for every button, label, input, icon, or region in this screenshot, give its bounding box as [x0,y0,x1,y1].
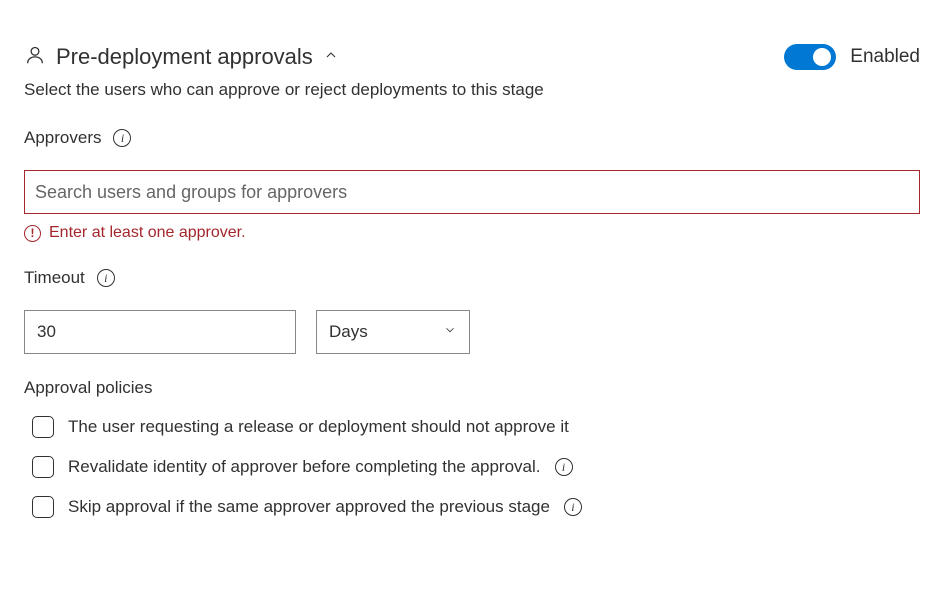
info-icon[interactable]: i [564,498,582,516]
timeout-label: Timeout [24,268,85,288]
policy-label: Revalidate identity of approver before c… [68,457,541,477]
chevron-up-icon [323,47,339,67]
enable-toggle-group: Enabled [784,44,920,70]
approvers-label-row: Approvers i [24,128,920,148]
error-text: Enter at least one approver. [49,224,246,242]
policy-row: The user requesting a release or deploym… [24,416,920,438]
toggle-thumb [813,48,831,66]
section-title: Pre-deployment approvals [56,44,313,70]
info-icon[interactable]: i [555,458,573,476]
approvers-search-input[interactable] [24,170,920,214]
policy-row: Skip approval if the same approver appro… [24,496,920,518]
info-icon[interactable]: i [113,129,131,147]
error-icon: ! [24,225,41,242]
policy-row: Revalidate identity of approver before c… [24,456,920,478]
policy-checkbox[interactable] [32,416,54,438]
policy-label: Skip approval if the same approver appro… [68,497,550,517]
policy-label: The user requesting a release or deploym… [68,417,569,437]
section-subtitle: Select the users who can approve or reje… [24,80,920,100]
toggle-label: Enabled [850,46,920,68]
info-icon[interactable]: i [97,269,115,287]
section-header: Pre-deployment approvals Enabled [24,44,920,70]
approvers-label: Approvers [24,128,101,148]
chevron-down-icon [443,322,457,342]
timeout-unit-select[interactable]: Days [316,310,470,354]
timeout-inputs: Days [24,310,920,354]
approvers-error: ! Enter at least one approver. [24,224,920,242]
timeout-unit-label: Days [329,322,368,342]
policy-checkbox[interactable] [32,496,54,518]
person-icon [24,44,46,70]
timeout-value-input[interactable] [24,310,296,354]
title-group[interactable]: Pre-deployment approvals [24,44,339,70]
policies-title: Approval policies [24,378,920,398]
enable-toggle[interactable] [784,44,836,70]
policy-checkbox[interactable] [32,456,54,478]
timeout-label-row: Timeout i [24,268,920,288]
